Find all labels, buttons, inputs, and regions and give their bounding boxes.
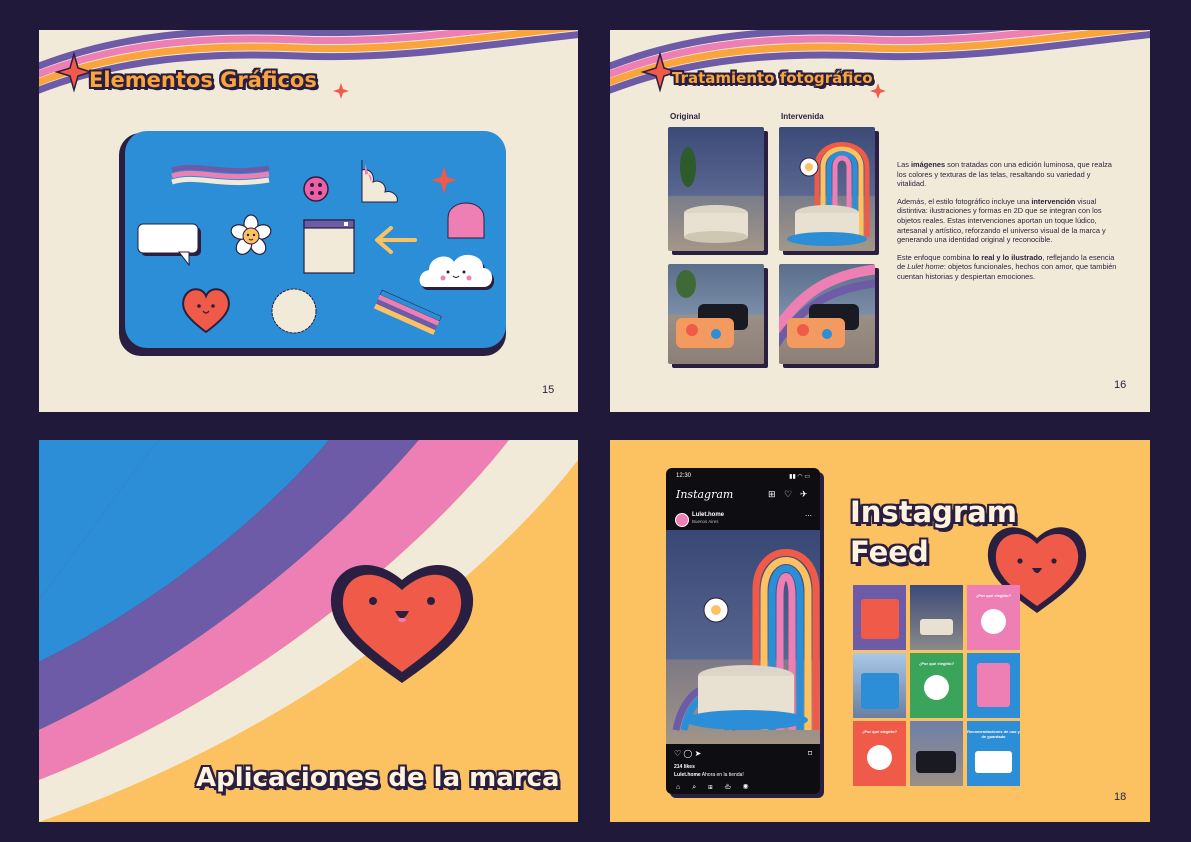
feed-post-text: ¿Por qué elegirlo? [861, 729, 898, 734]
photo-treatment-description: Las imágenes son tratadas con una edició… [897, 160, 1119, 290]
paragraph-1: Las imágenes son tratadas con una edició… [897, 160, 1119, 189]
flower-graphic [230, 214, 272, 255]
slide-title: Aplicaciones de la marca [196, 763, 560, 793]
page-number: 15 [542, 384, 555, 396]
photo-intervened-basket [779, 127, 875, 251]
feed-post-6[interactable] [967, 653, 1020, 718]
scallop-corner-graphic [361, 160, 398, 203]
text-run: Las [897, 160, 911, 169]
photo-intervened-pouches [779, 264, 875, 364]
scalloped-badge-graphic [271, 288, 317, 334]
text-run: Este enfoque combina [897, 252, 973, 262]
feed-post-text: ¿Por qué elegirlo? [975, 593, 1012, 598]
feed-post-4[interactable] [853, 653, 906, 718]
photo-original-basket [668, 127, 764, 251]
column-label-intervenida: Intervenida [781, 112, 824, 121]
speech-bubble-graphic [137, 223, 201, 267]
graphic-elements [137, 160, 495, 335]
feed-post-9[interactable]: Recomendaciones de uso y de guardado [967, 721, 1020, 786]
feed-post-text: Recomendaciones de uso y de guardado [967, 729, 1020, 739]
slide-aplicaciones: Aplicaciones de la marca [39, 440, 578, 822]
text-bold: intervención [1031, 196, 1076, 206]
window-graphic [303, 219, 355, 274]
feed-post-1[interactable] [853, 585, 906, 650]
slide-tratamiento-fotografico: Tratamiento fotográfico Original Interve… [610, 30, 1150, 412]
feed-post-text: ¿Por qué elegirlo? [918, 661, 955, 666]
instagram-feed-grid: ¿Por qué elegirlo? ¿Por qué elegirlo? ¿P… [853, 585, 1021, 787]
text-run: Además, el estilo fotográfico incluye un… [897, 196, 1032, 206]
feed-post-2[interactable] [910, 585, 963, 650]
cloud-graphic [419, 254, 495, 290]
feed-post-7[interactable]: ¿Por qué elegirlo? [853, 721, 906, 786]
button-graphic [303, 176, 329, 202]
rainbow-ribbon-graphic [373, 289, 442, 335]
page-number: 16 [1114, 379, 1127, 391]
feed-post-3[interactable]: ¿Por qué elegirlo? [967, 585, 1020, 650]
slide-title: Tratamiento fotográfico [672, 69, 873, 87]
page-number: 18 [1114, 791, 1127, 803]
arch-graphic [447, 202, 485, 239]
arrow-left-icon [375, 226, 417, 254]
text-italic: Lulet home [907, 262, 944, 272]
paragraph-3: Este enfoque combina lo real y lo ilustr… [897, 253, 1119, 282]
feed-post-8[interactable] [910, 721, 963, 786]
text-bold: lo real y lo ilustrado [972, 252, 1043, 262]
slide-elementos-graficos: Elementos Gráficos 15 [39, 30, 578, 412]
wave-ribbon-graphic [171, 164, 270, 186]
slide-instagram-feed: 12:30 ▮▮ ◠ ▭ Instagram ⊞ ♡ ✈ Lulet.home … [610, 440, 1150, 822]
sparkle-graphic [431, 166, 457, 194]
feed-post-5[interactable]: ¿Por qué elegirlo? [910, 653, 963, 718]
text-bold: imágenes [910, 160, 946, 169]
photo-original-pouches [668, 264, 764, 364]
paragraph-2: Además, el estilo fotográfico incluye un… [897, 197, 1119, 245]
column-label-original: Original [670, 112, 701, 121]
heart-graphic [182, 288, 230, 334]
